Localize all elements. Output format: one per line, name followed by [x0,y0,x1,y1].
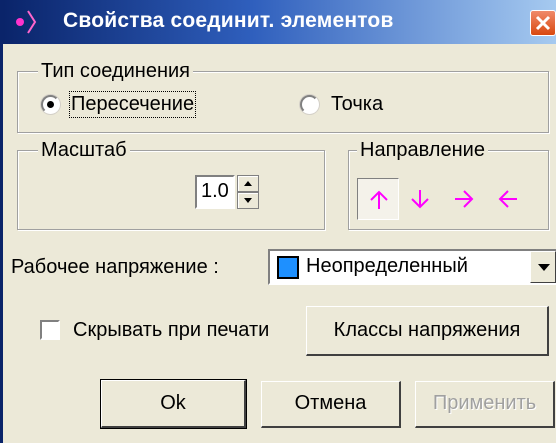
radio-point-label[interactable]: Точка [331,93,383,116]
radio-point[interactable] [300,95,319,114]
voltage-select-value: Неопределенный [306,255,468,277]
direction-legend: Направление [357,139,488,162]
scale-spinner [237,175,259,209]
arrow-right-icon [455,190,474,208]
close-icon [535,15,551,31]
scale-up-button[interactable] [237,175,259,192]
direction-left-button[interactable] [487,178,529,220]
apply-button: Применить [415,381,555,428]
connection-type-legend: Тип соединения [38,60,193,83]
voltage-classes-button[interactable]: Классы напряжения [306,306,549,356]
spin-up-icon [244,181,252,186]
close-button[interactable] [530,10,556,36]
arrow-left-icon [498,190,517,208]
properties-dialog: Свойства соединит. элементов Тип соедине… [0,0,556,443]
hide-print-label[interactable]: Скрывать при печати [73,319,269,342]
voltage-color-swatch [277,256,299,279]
ok-button[interactable]: Ok [100,379,247,429]
direction-right-button[interactable] [443,178,485,220]
title-bar[interactable]: Свойства соединит. элементов [3,0,556,44]
arrow-up-icon [370,190,388,209]
scale-group: Масштаб [17,139,325,230]
app-icon [16,10,37,34]
cancel-button[interactable]: Отмена [261,381,401,428]
window-title: Свойства соединит. элементов [63,9,394,32]
scale-legend: Масштаб [38,139,130,162]
radio-intersection[interactable] [41,95,60,114]
scale-down-button[interactable] [237,192,259,209]
voltage-select[interactable]: Неопределенный [268,249,556,285]
radio-intersection-label[interactable]: Пересечение [68,91,197,118]
arrow-down-icon [411,190,429,209]
scale-input[interactable]: 1.0 [195,175,235,209]
chevron-down-icon [538,264,550,271]
voltage-dropdown-button[interactable] [530,251,556,283]
radio-dot [47,101,54,108]
voltage-label: Рабочее напряжение : [11,256,219,278]
spin-down-icon [244,198,252,203]
hide-print-checkbox[interactable] [40,320,60,340]
direction-up-button[interactable] [357,178,399,220]
direction-down-button[interactable] [399,178,441,220]
